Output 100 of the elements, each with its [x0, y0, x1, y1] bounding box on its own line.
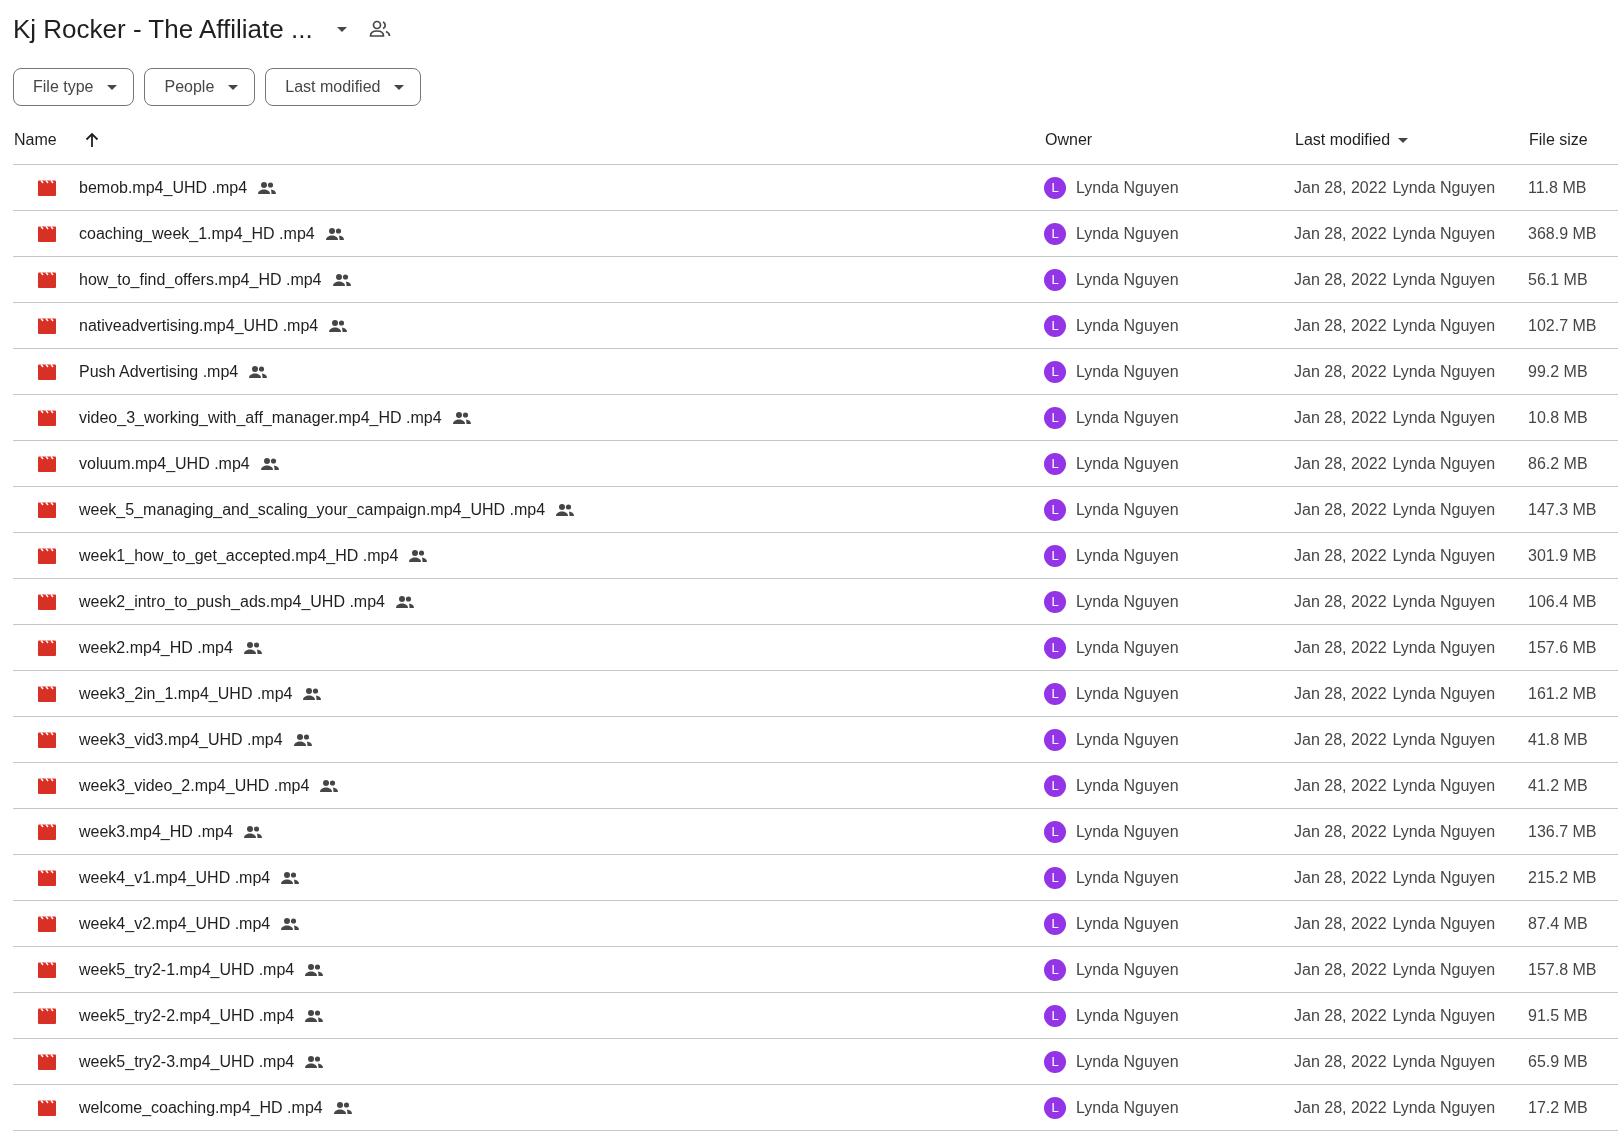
filter-chip[interactable]: File type: [13, 68, 135, 106]
modified-by: Lynda Nguyen: [1392, 868, 1496, 887]
shared-people-icon: [304, 962, 325, 977]
caret-icon: [228, 84, 239, 90]
shared-people-icon: [242, 824, 263, 839]
file-size: 301.9 MB: [1528, 546, 1598, 565]
owner-name: Lynda Nguyen: [1076, 224, 1179, 243]
modified-date: Jan 28, 2022: [1294, 1098, 1387, 1117]
caret-icon: [394, 84, 405, 90]
owner-name: Lynda Nguyen: [1076, 362, 1179, 381]
modified-by: Lynda Nguyen: [1392, 638, 1496, 657]
video-file-icon: [37, 685, 57, 702]
file-name[interactable]: nativeadvertising.mp4_UHD .mp4: [79, 316, 319, 335]
owner-name: Lynda Nguyen: [1076, 1006, 1179, 1025]
file-size: 17.2 MB: [1528, 1098, 1589, 1117]
file-name[interactable]: how_to_find_offers.mp4_HD .mp4: [79, 270, 322, 289]
people-outline-icon: [368, 20, 391, 38]
modified-date: Jan 28, 2022: [1294, 546, 1387, 565]
file-name[interactable]: week5_try2-2.mp4_UHD .mp4: [79, 1006, 295, 1025]
file-size: 368.9 MB: [1528, 224, 1598, 243]
video-file-icon: [37, 317, 57, 334]
file-name[interactable]: week3_video_2.mp4_UHD .mp4: [79, 776, 310, 795]
column-header[interactable]: File size: [1529, 131, 1588, 149]
file-size: 56.1 MB: [1528, 270, 1589, 289]
shared-people-icon: [259, 456, 280, 471]
file-name[interactable]: week2.mp4_HD .mp4: [79, 638, 233, 657]
file-size: 11.8 MB: [1528, 178, 1588, 197]
modified-date: Jan 28, 2022: [1294, 960, 1387, 979]
file-name[interactable]: week4_v1.mp4_UHD .mp4: [79, 868, 271, 887]
file-name[interactable]: week5_try2-3.mp4_UHD .mp4: [79, 1052, 295, 1071]
file-size: 147.3 MB: [1528, 500, 1598, 519]
file-size: 99.2 MB: [1528, 362, 1589, 381]
shared-people-icon: [408, 548, 429, 563]
file-name[interactable]: week1_how_to_get_accepted.mp4_HD .mp4: [79, 546, 399, 565]
file-size: 136.7 MB: [1528, 822, 1598, 841]
column-header[interactable]: Owner: [1045, 131, 1093, 149]
file-name[interactable]: welcome_coaching.mp4_HD .mp4: [79, 1098, 323, 1117]
owner-avatar: L: [1044, 360, 1066, 383]
owner-avatar: L: [1044, 452, 1066, 475]
shared-people-icon: [328, 318, 349, 333]
file-size: 215.2 MB: [1528, 868, 1598, 887]
modified-by: Lynda Nguyen: [1392, 776, 1496, 795]
owner-name: Lynda Nguyen: [1076, 638, 1179, 657]
file-name[interactable]: video_3_working_with_aff_manager.mp4_HD .mp4: [79, 408, 442, 427]
owner-avatar: L: [1044, 176, 1066, 199]
shared-people-icon: [248, 364, 269, 379]
filter-chip[interactable]: Last modified: [265, 68, 422, 106]
file-name[interactable]: voluum.mp4_UHD .mp4: [79, 454, 250, 473]
file-name[interactable]: week3.mp4_HD .mp4: [79, 822, 233, 841]
file-name[interactable]: week5_try2-1.mp4_UHD .mp4: [79, 960, 295, 979]
file-name[interactable]: week_5_managing_and_scaling_your_campaign.mp4_UHD .mp4: [79, 500, 546, 519]
modified-by: Lynda Nguyen: [1392, 270, 1496, 289]
file-name[interactable]: week3_vid3.mp4_UHD .mp4: [79, 730, 283, 749]
video-file-icon: [37, 547, 57, 564]
file-name[interactable]: week4_v2.mp4_UHD .mp4: [79, 914, 271, 933]
modified-date: Jan 28, 2022: [1294, 500, 1387, 519]
modified-date: Jan 28, 2022: [1294, 914, 1387, 933]
owner-name: Lynda Nguyen: [1076, 730, 1179, 749]
video-file-icon: [37, 915, 57, 932]
folder-title: Kj Rocker - The Affiliate ...: [13, 13, 313, 45]
modified-date: Jan 28, 2022: [1294, 224, 1387, 243]
file-size: 157.8 MB: [1528, 960, 1598, 979]
modified-by: Lynda Nguyen: [1392, 1006, 1496, 1025]
owner-avatar: L: [1044, 222, 1066, 245]
owner-avatar: L: [1044, 866, 1066, 889]
owner-name: Lynda Nguyen: [1076, 914, 1179, 933]
video-file-icon: [37, 501, 57, 518]
modified-date: Jan 28, 2022: [1294, 684, 1387, 703]
shared-people-icon: [319, 778, 340, 793]
modified-date: Jan 28, 2022: [1294, 362, 1387, 381]
shared-people-icon: [324, 226, 345, 241]
owner-avatar: L: [1044, 314, 1066, 337]
file-name[interactable]: bemob.mp4_UHD .mp4: [79, 178, 248, 197]
owner-name: Lynda Nguyen: [1076, 316, 1179, 335]
shared-people-icon: [292, 732, 313, 747]
column-header[interactable]: Name: [14, 131, 57, 149]
caret-icon: [336, 26, 347, 32]
modified-date: Jan 28, 2022: [1294, 1052, 1387, 1071]
video-file-icon: [37, 409, 57, 426]
modified-date: Jan 28, 2022: [1294, 730, 1387, 749]
video-file-icon: [37, 455, 57, 472]
file-name[interactable]: coaching_week_1.mp4_HD .mp4: [79, 224, 315, 243]
owner-name: Lynda Nguyen: [1076, 270, 1179, 289]
owner-name: Lynda Nguyen: [1076, 960, 1179, 979]
shared-people-icon: [242, 640, 263, 655]
file-name[interactable]: week3_2in_1.mp4_UHD .mp4: [79, 684, 293, 703]
video-file-icon: [37, 179, 57, 196]
modified-date: Jan 28, 2022: [1294, 822, 1387, 841]
modified-by: Lynda Nguyen: [1392, 408, 1496, 427]
video-file-icon: [37, 225, 57, 242]
video-file-icon: [37, 731, 57, 748]
column-header[interactable]: Last modified: [1295, 131, 1391, 149]
video-file-icon: [37, 1053, 57, 1070]
modified-date: Jan 28, 2022: [1294, 776, 1387, 795]
filter-chip[interactable]: People: [144, 68, 256, 106]
file-name[interactable]: week2_intro_to_push_ads.mp4_UHD .mp4: [79, 592, 385, 611]
owner-avatar: L: [1044, 590, 1066, 613]
video-file-icon: [37, 639, 57, 656]
file-name[interactable]: Push Advertising .mp4: [79, 362, 239, 381]
owner-name: Lynda Nguyen: [1076, 1052, 1179, 1071]
